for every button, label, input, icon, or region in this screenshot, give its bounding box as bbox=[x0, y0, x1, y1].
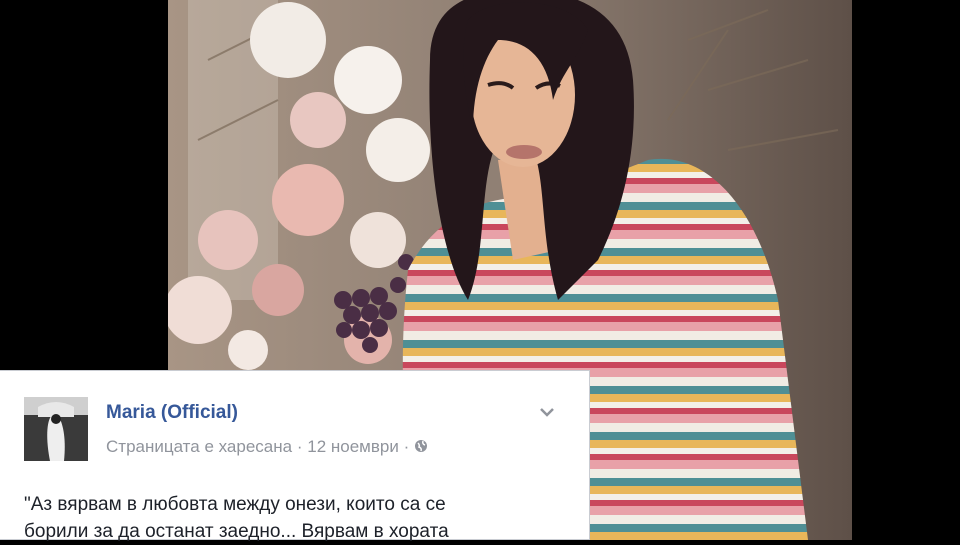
post-text: "Аз вярвам в любовта между онези, които … bbox=[24, 491, 584, 545]
page-name-link[interactable]: Maria (Official) bbox=[106, 402, 238, 424]
post-meta: Страницата е харесана · 12 ноември · bbox=[106, 437, 428, 457]
globe-icon bbox=[415, 440, 427, 452]
meta-separator: · bbox=[403, 437, 410, 456]
chevron-down-icon[interactable] bbox=[538, 405, 556, 419]
post-text-line: борили за да останат заедно... Вярвам в … bbox=[24, 521, 449, 542]
avatar-image bbox=[24, 397, 88, 461]
post-date-link[interactable]: 12 ноември bbox=[307, 437, 399, 456]
post-text-line: "Аз вярвам в любовта между онези, които … bbox=[24, 494, 446, 515]
avatar[interactable] bbox=[24, 397, 88, 461]
facebook-post-card: Maria (Official) Страницата е харесана ·… bbox=[0, 370, 590, 542]
liked-status: Страницата е харесана bbox=[106, 437, 293, 456]
meta-separator: · bbox=[296, 437, 303, 456]
